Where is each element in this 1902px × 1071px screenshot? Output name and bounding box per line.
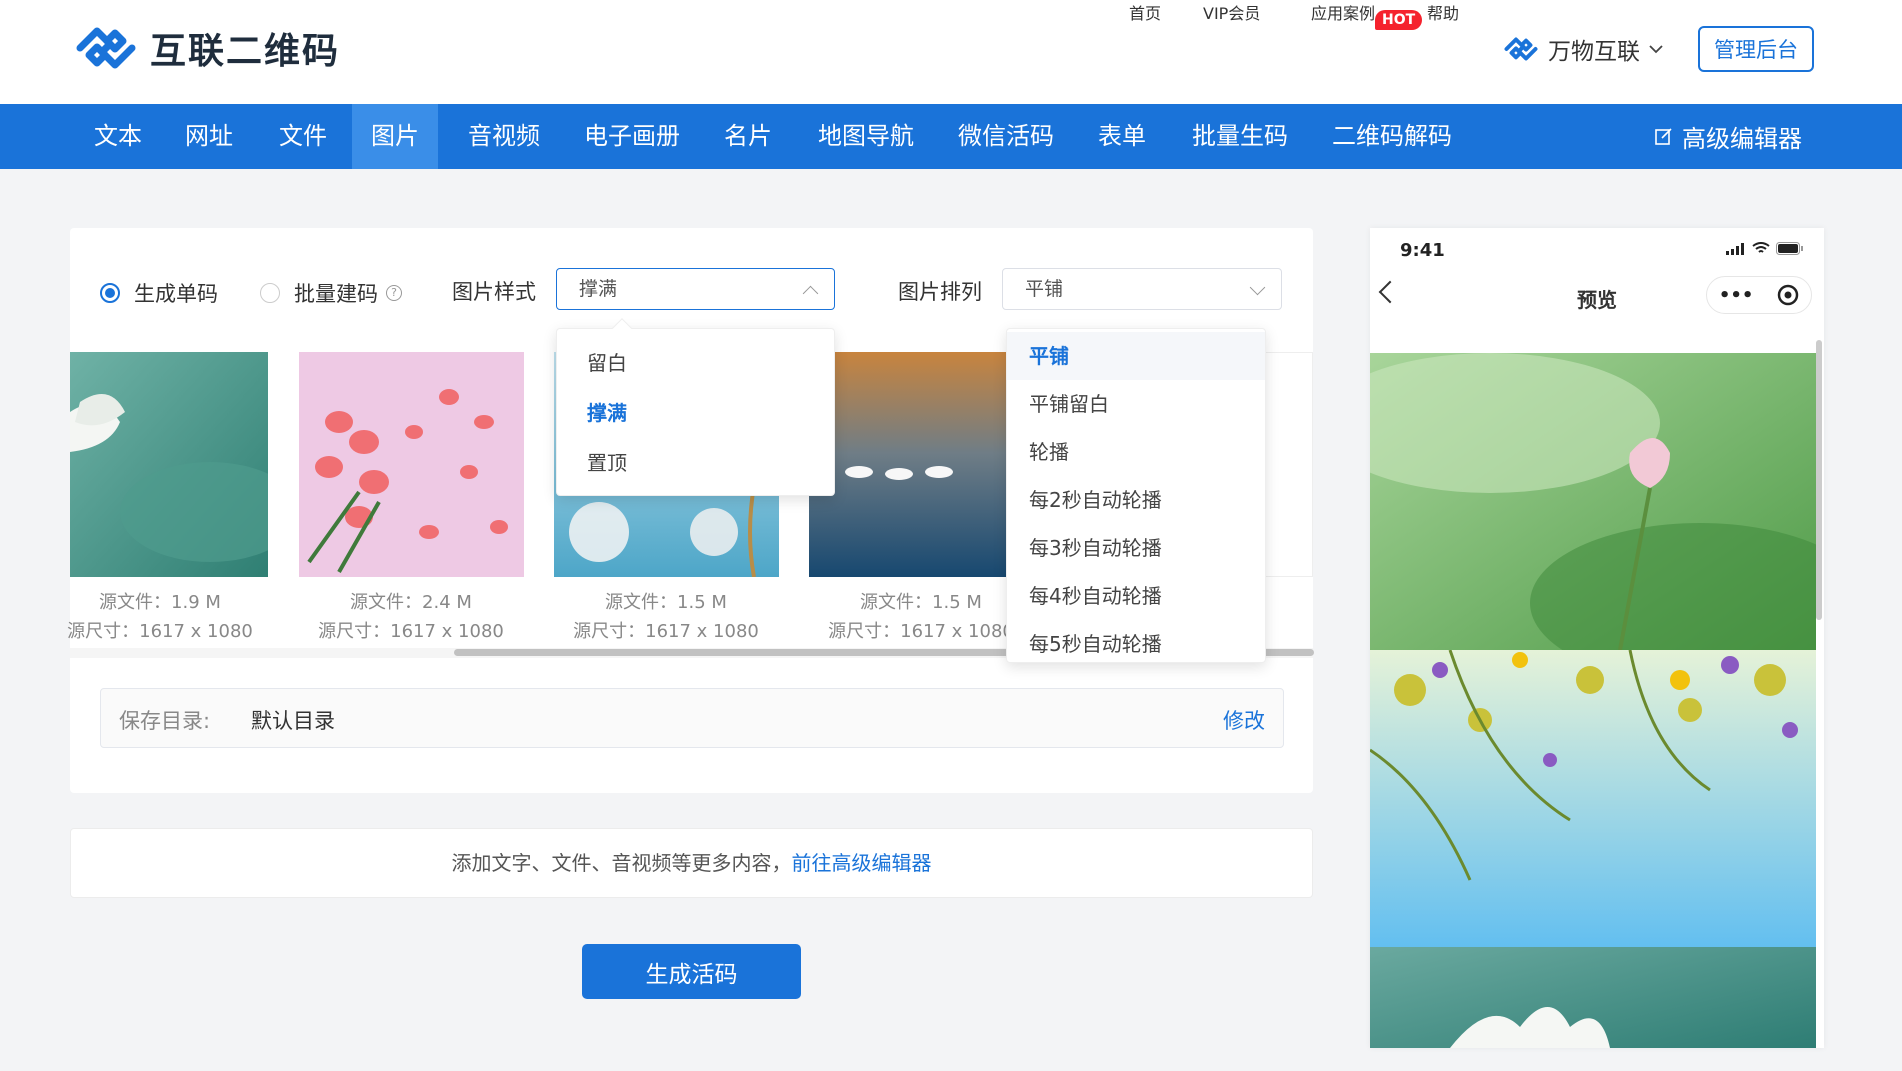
tip-text: 添加文字、文件、音视频等更多内容， — [451, 851, 792, 875]
style-dropdown: 留白 撑满 置顶 — [556, 318, 835, 496]
radio-batch-label: 批量建码 — [294, 282, 378, 306]
arrange-option-auto-5s[interactable]: 每5秒自动轮播 — [1007, 620, 1265, 662]
category-tabs: 文本 网址 文件 图片 音视频 电子画册 名片 地图导航 微信活码 表单 批量生… — [0, 104, 1902, 169]
arrange-select[interactable]: 平铺 — [1002, 268, 1282, 310]
radio-checked-icon — [100, 283, 120, 303]
tab-audio-video[interactable]: 音视频 — [449, 104, 559, 169]
save-value: 默认目录 — [251, 709, 335, 733]
save-label: 保存目录: — [119, 709, 211, 733]
status-icons — [1726, 242, 1804, 255]
style-select[interactable]: 撑满 — [556, 268, 835, 310]
advanced-tip: 添加文字、文件、音视频等更多内容，前往高级编辑器 — [70, 828, 1313, 898]
logo[interactable]: 互联二维码 — [72, 22, 340, 74]
status-time: 9:41 — [1400, 240, 1445, 261]
tab-ebook[interactable]: 电子画册 — [565, 104, 699, 169]
signal-icon — [1726, 242, 1744, 255]
logo-icon — [76, 27, 136, 69]
radio-single[interactable]: 生成单码 — [100, 278, 218, 308]
preview-image-flowers — [1370, 650, 1816, 947]
arrange-label: 图片排列 — [898, 280, 982, 304]
tab-file[interactable]: 文件 — [260, 104, 346, 169]
miniapp-capsule[interactable]: ••• — [1706, 276, 1812, 314]
arrange-option-auto-3s[interactable]: 每3秒自动轮播 — [1007, 524, 1265, 572]
hot-badge: HOT — [1375, 10, 1423, 30]
top-header: 互联二维码 首页 VIP会员 应用案例 HOT 帮助 万物互联 管理后台 — [0, 0, 1902, 104]
arrange-option-auto-4s[interactable]: 每4秒自动轮播 — [1007, 572, 1265, 620]
generate-button[interactable]: 生成活码 — [582, 944, 801, 999]
edit-icon — [1655, 127, 1672, 145]
style-option-blank[interactable]: 留白 — [557, 338, 834, 388]
phone-preview: 9:41 预览 ••• — [1370, 228, 1824, 1048]
more-icon[interactable]: ••• — [1719, 285, 1754, 306]
style-label: 图片样式 — [452, 280, 536, 304]
preview-image-lotus — [1370, 353, 1816, 650]
arrange-dropdown: 平铺 平铺留白 轮播 每2秒自动轮播 每3秒自动轮播 每4秒自动轮播 每5秒自动… — [1006, 328, 1266, 663]
options-row: 生成单码 批量建码 ? 图片样式 撑满 图片排列 平铺 — [70, 268, 1313, 312]
advanced-editor-label: 高级编辑器 — [1682, 125, 1802, 153]
image-meta-1: 源文件：1.9 M 源尺寸：1617 x 1080 — [67, 592, 253, 642]
battery-icon — [1776, 242, 1803, 255]
image-swans[interactable] — [809, 352, 1034, 577]
style-option-fill[interactable]: 撑满 — [557, 388, 834, 438]
tab-form[interactable]: 表单 — [1079, 104, 1165, 169]
tab-url[interactable]: 网址 — [166, 104, 252, 169]
tab-batch[interactable]: 批量生码 — [1173, 104, 1307, 169]
edit-directory-link[interactable]: 修改 — [1223, 705, 1265, 735]
brand-label: 万物互联 — [1548, 39, 1640, 65]
tab-text[interactable]: 文本 — [75, 104, 161, 169]
radio-unchecked-icon — [260, 283, 280, 303]
wifi-icon — [1752, 242, 1770, 253]
arrange-option-tile-blank[interactable]: 平铺留白 — [1007, 380, 1265, 428]
arrange-option-tile[interactable]: 平铺 — [1007, 332, 1265, 380]
radio-single-label: 生成单码 — [134, 282, 218, 306]
chevron-down-icon — [1249, 279, 1266, 296]
brand-menu[interactable]: 万物互联 — [1502, 32, 1664, 66]
save-directory: 保存目录: 默认目录 修改 — [100, 688, 1284, 748]
tab-card[interactable]: 名片 — [705, 104, 791, 169]
nav-help[interactable]: 帮助 — [1427, 0, 1902, 104]
radio-batch[interactable]: 批量建码 ? — [260, 278, 402, 308]
tab-decode[interactable]: 二维码解码 — [1313, 104, 1471, 169]
arrange-option-auto-2s[interactable]: 每2秒自动轮播 — [1007, 476, 1265, 524]
style-select-value: 撑满 — [579, 278, 618, 300]
preview-image-lotus-white — [1370, 947, 1816, 1048]
arrange-select-value: 平铺 — [1025, 278, 1064, 300]
admin-button[interactable]: 管理后台 — [1698, 26, 1814, 72]
image-lotus[interactable] — [70, 352, 268, 577]
chevron-down-icon — [1649, 45, 1663, 54]
image-meta-3: 源文件：1.5 M 源尺寸：1617 x 1080 — [573, 592, 759, 642]
logo-text: 互联二维码 — [150, 31, 341, 72]
close-target-icon[interactable] — [1777, 284, 1799, 306]
tab-image[interactable]: 图片 — [352, 104, 438, 169]
preview-scrollbar[interactable] — [1816, 340, 1822, 620]
style-option-top[interactable]: 置顶 — [557, 438, 834, 488]
tab-map[interactable]: 地图导航 — [799, 104, 933, 169]
tip-advanced-link[interactable]: 前往高级编辑器 — [792, 851, 932, 875]
image-roses[interactable] — [299, 352, 524, 577]
advanced-editor-link[interactable]: 高级编辑器 — [1654, 104, 1802, 169]
image-meta-2: 源文件：2.4 M 源尺寸：1617 x 1080 — [318, 592, 504, 642]
chevron-up-icon — [802, 285, 819, 302]
help-icon[interactable]: ? — [386, 285, 402, 301]
tab-wechat[interactable]: 微信活码 — [939, 104, 1073, 169]
brand-logo-icon — [1504, 37, 1538, 61]
arrange-option-carousel[interactable]: 轮播 — [1007, 428, 1265, 476]
